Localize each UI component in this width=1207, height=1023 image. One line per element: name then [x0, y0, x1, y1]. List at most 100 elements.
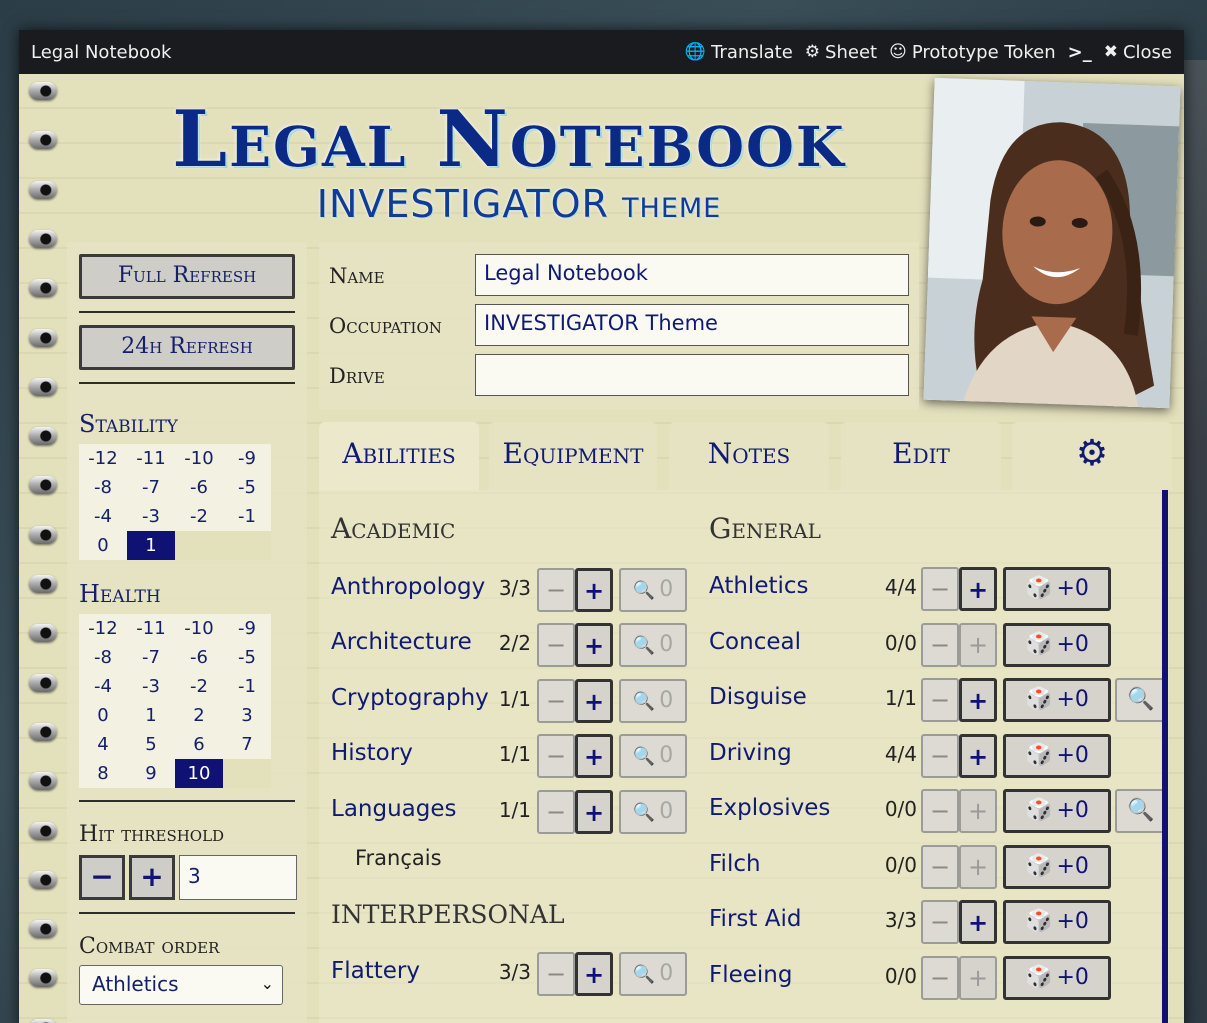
health-cell[interactable]: 4 [79, 730, 127, 759]
decrease-button[interactable]: − [537, 568, 575, 612]
stability-cell[interactable]: -3 [127, 502, 175, 531]
spend-button[interactable]: 🔍 0 [619, 568, 687, 612]
increase-button[interactable]: + [959, 900, 997, 944]
health-cell[interactable]: -3 [127, 672, 175, 701]
prototype-token-button[interactable]: ☺ Prototype Token [889, 42, 1056, 63]
decrease-button[interactable]: − [537, 734, 575, 778]
search-icon[interactable]: 🔍 [1115, 789, 1165, 833]
stability-cell[interactable]: -9 [223, 444, 271, 473]
ability-name[interactable]: Languages [331, 796, 457, 822]
roll-button[interactable]: 🎲 +0 [1003, 900, 1111, 944]
sheet-button[interactable]: ⚙ Sheet [805, 42, 877, 63]
roll-button[interactable]: 🎲 +0 [1003, 789, 1111, 833]
translate-button[interactable]: 🌐 Translate [685, 42, 793, 63]
decrease-button[interactable]: − [921, 845, 959, 889]
console-button[interactable]: >_ [1068, 42, 1092, 63]
spend-button[interactable]: 🔍 0 [619, 952, 687, 996]
health-cell[interactable]: -5 [223, 643, 271, 672]
increase-button[interactable]: + [959, 623, 997, 667]
stability-cell[interactable]: -7 [127, 473, 175, 502]
roll-button[interactable]: 🎲 +0 [1003, 956, 1111, 1000]
health-cell[interactable]: -7 [127, 643, 175, 672]
ability-name[interactable]: First Aid [709, 906, 801, 932]
increase-button[interactable]: + [575, 679, 613, 723]
health-cell[interactable]: 8 [79, 759, 127, 788]
health-cell[interactable]: -10 [175, 614, 223, 643]
health-cell[interactable]: -1 [223, 672, 271, 701]
increase-button[interactable]: + [959, 845, 997, 889]
increase-button[interactable]: + [575, 568, 613, 612]
stability-cell[interactable]: -11 [127, 444, 175, 473]
ability-name[interactable]: Explosives [709, 795, 830, 821]
health-cell[interactable]: 2 [175, 701, 223, 730]
health-cell[interactable]: 6 [175, 730, 223, 759]
spend-button[interactable]: 🔍 0 [619, 679, 687, 723]
roll-button[interactable]: 🎲 +0 [1003, 678, 1111, 722]
tab-abilities[interactable]: Abilities [319, 422, 479, 490]
decrease-button[interactable]: − [537, 790, 575, 834]
full-refresh-button[interactable]: Full Refresh [79, 254, 295, 299]
increase-button[interactable]: + [575, 952, 613, 996]
character-portrait[interactable] [923, 77, 1181, 409]
combat-order-select[interactable]: Athletics ⌄ [79, 965, 283, 1005]
spend-button[interactable]: 🔍 0 [619, 790, 687, 834]
decrease-button[interactable]: − [921, 567, 959, 611]
health-cell[interactable]: -2 [175, 672, 223, 701]
roll-button[interactable]: 🎲 +0 [1003, 734, 1111, 778]
health-cell[interactable]: 10 [175, 759, 223, 788]
stability-cell[interactable]: -6 [175, 473, 223, 502]
stability-cell[interactable]: 1 [127, 531, 175, 560]
tab-settings[interactable]: ⚙ [1012, 422, 1172, 490]
ability-name[interactable]: Fleeing [709, 962, 793, 988]
spend-button[interactable]: 🔍 0 [619, 734, 687, 778]
ability-name[interactable]: Disguise [709, 684, 807, 710]
ability-name[interactable]: Flattery [331, 958, 420, 984]
decrease-button[interactable]: − [921, 678, 959, 722]
health-cell[interactable]: 9 [127, 759, 175, 788]
increase-button[interactable]: + [959, 678, 997, 722]
health-cell[interactable]: 3 [223, 701, 271, 730]
hit-threshold-minus-button[interactable]: − [79, 855, 125, 900]
stability-cell[interactable]: -5 [223, 473, 271, 502]
roll-button[interactable]: 🎲 +0 [1003, 623, 1111, 667]
increase-button[interactable]: + [959, 734, 997, 778]
health-cell[interactable]: 0 [79, 701, 127, 730]
health-cell[interactable]: -8 [79, 643, 127, 672]
tab-notes[interactable]: Notes [669, 422, 829, 490]
roll-button[interactable]: 🎲 +0 [1003, 567, 1111, 611]
health-cell[interactable]: 5 [127, 730, 175, 759]
tab-equipment[interactable]: Equipment [489, 422, 657, 490]
stability-cell[interactable]: -1 [223, 502, 271, 531]
refresh-24h-button[interactable]: 24h Refresh [79, 325, 295, 370]
hit-threshold-plus-button[interactable]: + [129, 855, 175, 900]
stability-cell[interactable]: -4 [79, 502, 127, 531]
increase-button[interactable]: + [959, 956, 997, 1000]
hit-threshold-input[interactable]: 3 [179, 855, 297, 900]
stability-cell[interactable]: -8 [79, 473, 127, 502]
ability-name[interactable]: Cryptography [331, 685, 489, 711]
health-cell[interactable]: -12 [79, 614, 127, 643]
decrease-button[interactable]: − [537, 952, 575, 996]
decrease-button[interactable]: − [921, 956, 959, 1000]
increase-button[interactable]: + [575, 623, 613, 667]
decrease-button[interactable]: − [921, 900, 959, 944]
decrease-button[interactable]: − [921, 623, 959, 667]
stability-cell[interactable]: -2 [175, 502, 223, 531]
roll-button[interactable]: 🎲 +0 [1003, 845, 1111, 889]
health-cell[interactable]: -4 [79, 672, 127, 701]
health-cell[interactable]: -9 [223, 614, 271, 643]
stability-cell[interactable]: 0 [79, 531, 127, 560]
occupation-field[interactable]: INVESTIGATOR Theme [475, 304, 909, 346]
decrease-button[interactable]: − [537, 679, 575, 723]
ability-name[interactable]: History [331, 740, 413, 766]
drive-field[interactable] [475, 354, 909, 396]
ability-name[interactable]: Architecture [331, 629, 472, 655]
health-cell[interactable]: -11 [127, 614, 175, 643]
scrollbar[interactable] [1162, 490, 1168, 1023]
decrease-button[interactable]: − [921, 734, 959, 778]
spend-button[interactable]: 🔍 0 [619, 623, 687, 667]
name-field[interactable]: Legal Notebook [475, 254, 909, 296]
ability-name[interactable]: Conceal [709, 629, 801, 655]
search-icon[interactable]: 🔍 [1115, 678, 1165, 722]
health-cell[interactable]: 1 [127, 701, 175, 730]
